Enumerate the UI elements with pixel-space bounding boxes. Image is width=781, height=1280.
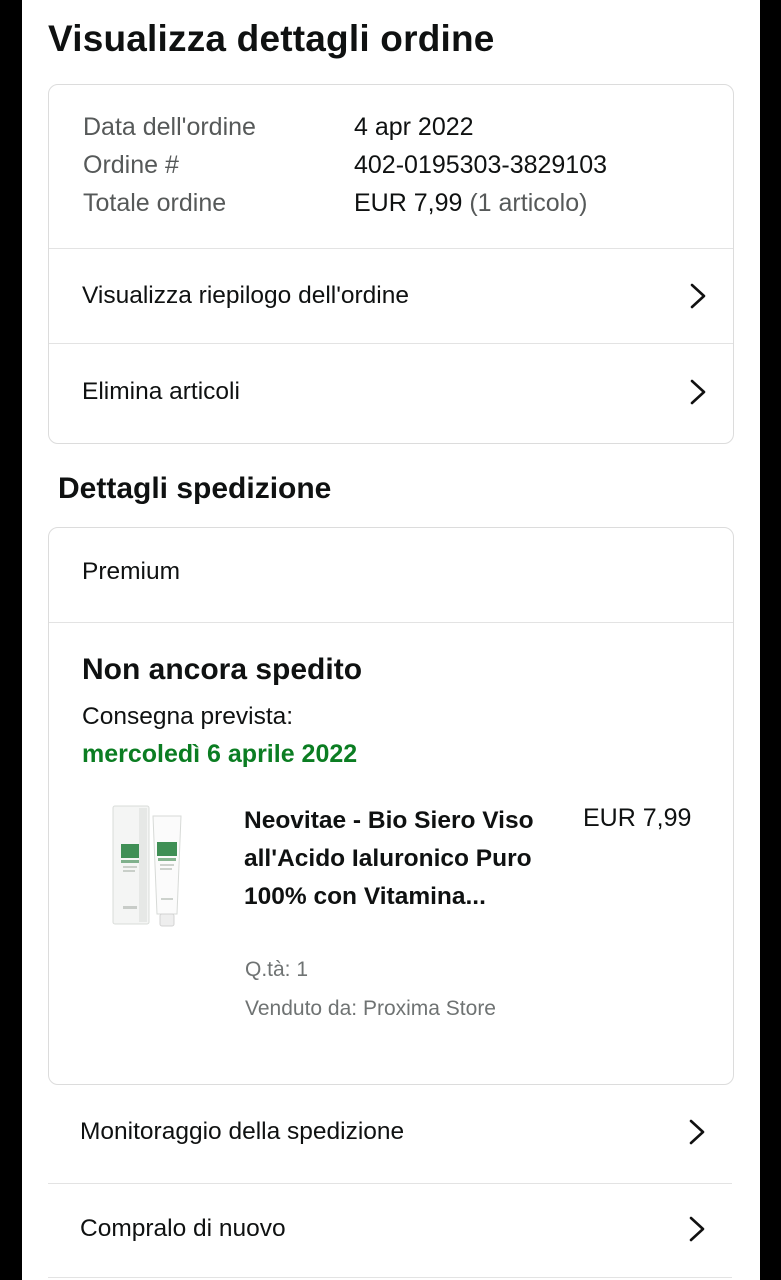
chevron-right-icon (689, 1216, 705, 1242)
product-title-link[interactable]: Neovitae - Bio Siero Viso all'Acido Ialu… (244, 802, 554, 916)
divider (49, 622, 733, 623)
track-shipment-label: Monitoraggio della spedizione (80, 1118, 405, 1145)
buy-again-label: Compralo di nuovo (80, 1215, 286, 1242)
page-title: Visualizza dettagli ordine (48, 18, 495, 59)
shipment-status: Non ancora spedito (82, 653, 363, 686)
product-image[interactable] (111, 802, 189, 930)
view-order-summary-label: Visualizza riepilogo dell'ordine (82, 281, 410, 309)
order-number-value: 402-0195303-3829103 (354, 151, 608, 179)
product-quantity: Q.tà: 1 (245, 958, 309, 981)
order-number-label: Ordine # (83, 151, 179, 179)
order-total-label: Totale ordine (83, 189, 227, 217)
order-details-screen: Visualizza dettagli ordine Data dell'ord… (22, 0, 760, 1280)
order-total-value-wrap: EUR 7,99 (1 articolo) (354, 189, 587, 218)
chevron-right-icon (690, 379, 706, 405)
order-item-count: (1 articolo) (469, 189, 588, 217)
product-seller: Venduto da: Proxima Store (245, 997, 496, 1020)
track-shipment-link[interactable]: Monitoraggio della spedizione (48, 1084, 732, 1180)
order-total-value: EUR 7,99 (354, 189, 463, 217)
shipment-section-title: Dettagli spedizione (58, 472, 332, 505)
shipment-card: Premium Non ancora spedito Consegna prev… (48, 527, 734, 1085)
order-summary-card: Data dell'ordine 4 apr 2022 Ordine # 402… (48, 84, 734, 444)
delivery-label: Consegna prevista: (82, 703, 294, 730)
shipping-service: Premium (82, 558, 181, 585)
delivery-date: mercoledì 6 aprile 2022 (82, 740, 358, 768)
delete-items-link[interactable]: Elimina articoli (49, 344, 733, 440)
product-price: EUR 7,99 (583, 804, 692, 832)
order-date-value: 4 apr 2022 (354, 113, 474, 141)
buy-again-link[interactable]: Compralo di nuovo (48, 1181, 732, 1277)
view-order-summary-link[interactable]: Visualizza riepilogo dell'ordine (49, 248, 733, 344)
divider (48, 1277, 732, 1278)
chevron-right-icon (689, 1119, 705, 1145)
order-info: Data dell'ordine 4 apr 2022 Ordine # 402… (49, 85, 733, 249)
order-date-label: Data dell'ordine (83, 113, 256, 141)
chevron-right-icon (690, 283, 706, 308)
delete-items-label: Elimina articoli (82, 378, 240, 405)
